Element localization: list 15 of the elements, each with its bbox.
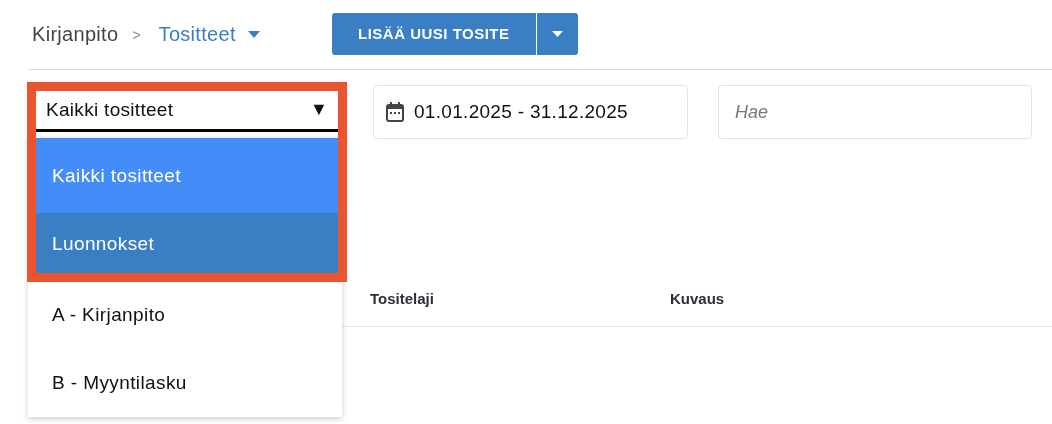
column-header: Tositelaji xyxy=(370,289,435,307)
dropdown-option[interactable]: A - Kirjanpito xyxy=(28,281,342,349)
caret-icon[interactable] xyxy=(247,31,260,38)
breadcrumb-separator: > xyxy=(132,26,141,43)
voucher-filter-select[interactable]: Kaikki tositteet ▼ xyxy=(36,90,338,132)
breadcrumb-current[interactable]: Tositteet xyxy=(158,23,236,46)
breadcrumb-link[interactable]: Kirjanpito xyxy=(32,23,119,46)
column-header: Kuvaus xyxy=(670,289,725,307)
calendar-icon xyxy=(386,102,404,122)
dropdown-button[interactable] xyxy=(535,12,578,55)
search-field[interactable]: Hae xyxy=(718,85,1032,139)
add-voucher-button[interactable]: LISÄÄ UUSI TOSITE xyxy=(331,12,536,55)
dropdown-option[interactable]: B - Myyntilasku xyxy=(28,349,342,417)
date-range-field[interactable]: 01.01.2025 - 31.12.2025 xyxy=(373,85,688,139)
caret-icon xyxy=(551,30,563,37)
